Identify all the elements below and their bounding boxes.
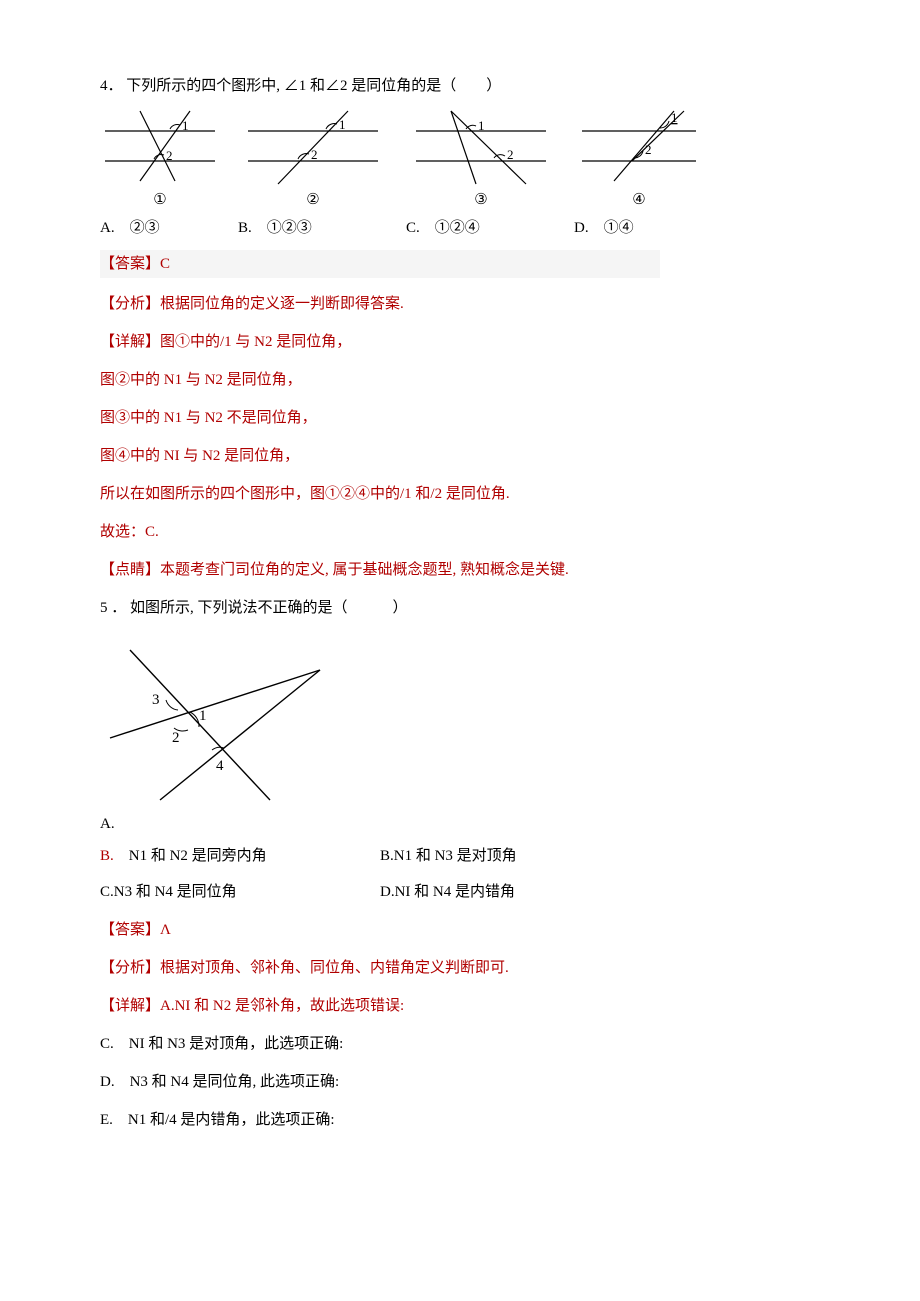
angle-label-2: 2 bbox=[166, 148, 173, 163]
q5-number: 5 ． bbox=[100, 600, 126, 616]
q4-fig-3-label: ③ bbox=[406, 188, 556, 212]
q5-stem-text: 如图所示, 下列说法不正确的是（ ） bbox=[130, 600, 408, 616]
point-text: 本题考查门司位角的定义, 属于基础概念题型, 熟知概念是关键. bbox=[160, 562, 569, 578]
q4-answer-text: 【答案】C bbox=[100, 250, 660, 278]
q5-option-a-prefix: B. bbox=[100, 848, 114, 864]
q4-fig-4-label: ④ bbox=[574, 188, 704, 212]
q4-detail-6: 故选：C. bbox=[100, 520, 830, 544]
q4-fig-1-label: ① bbox=[100, 188, 220, 212]
angle-label-2: 2 bbox=[507, 147, 514, 162]
q4-fig-4: 1 2 ④ bbox=[574, 106, 704, 212]
angle-label-1: 1 bbox=[671, 110, 678, 125]
q5-analysis: 【分析】根据对顶角、邻补角、同位角、内错角定义判断即可. bbox=[100, 956, 830, 980]
q4-detail-3: 图③中的 N1 与 N2 不是同位角， bbox=[100, 406, 830, 430]
q4-number: 4． bbox=[100, 78, 123, 94]
q4-answer: 【答案】C bbox=[100, 250, 830, 278]
q4-option-a: A. ②③ bbox=[100, 216, 220, 240]
geometry-figure-q5: 3 1 2 4 bbox=[100, 630, 330, 810]
angle-label-1: 1 bbox=[478, 118, 485, 133]
geometry-figure-2: 1 2 bbox=[238, 106, 388, 186]
q4-stem-text: 下列所示的四个图形中, ∠1 和∠2 是同位角的是（ ） bbox=[126, 78, 501, 94]
angle-label-2: 2 bbox=[645, 142, 652, 157]
q5-detail-c: C. NI 和 N3 是对顶角，此选项正确: bbox=[100, 1032, 830, 1056]
q4-analysis: 【分析】根据同位角的定义逐一判断即得答案. bbox=[100, 292, 830, 316]
q4-fig-2-label: ② bbox=[238, 188, 388, 212]
q5-detail-d: D. N3 和 N4 是同位角, 此选项正确: bbox=[100, 1070, 830, 1094]
q5-answer: 【答案】Λ bbox=[100, 918, 830, 942]
q4-option-c: C. ①②④ bbox=[406, 216, 556, 240]
q5-option-d: D.NI 和 N4 是内错角 bbox=[380, 880, 660, 904]
detail-a-text: A.NI 和 N2 是邻补角，故此选项错误: bbox=[160, 998, 404, 1014]
q4-fig-1: 1 2 ① bbox=[100, 106, 220, 212]
detail-label: 【详解】 bbox=[100, 998, 160, 1014]
detail-label: 【详解】 bbox=[100, 334, 160, 350]
q4-point: 【点睛】本题考查门司位角的定义, 属于基础概念题型, 熟知概念是关键. bbox=[100, 558, 830, 582]
q5-option-a-body: N1 和 N2 是同旁内角 bbox=[114, 848, 267, 864]
q4-detail-4: 图④中的 NI 与 N2 是同位角， bbox=[100, 444, 830, 468]
analysis-text: 根据对顶角、邻补角、同位角、内错角定义判断即可. bbox=[160, 960, 509, 976]
q4-stem: 4． 下列所示的四个图形中, ∠1 和∠2 是同位角的是（ ） bbox=[100, 74, 830, 98]
q5-figure: 3 1 2 4 bbox=[100, 630, 830, 810]
q5-stem: 5 ． 如图所示, 下列说法不正确的是（ ） bbox=[100, 596, 830, 620]
q4-option-d: D. ①④ bbox=[574, 216, 694, 240]
q5-detail-e: E. N1 和/4 是内错角，此选项正确: bbox=[100, 1108, 830, 1132]
angle-label-2: 2 bbox=[172, 730, 180, 746]
angle-label-3: 3 bbox=[152, 692, 160, 708]
q4-options: A. ②③ B. ①②③ C. ①②④ D. ①④ bbox=[100, 216, 830, 240]
q5-option-a-text: B. N1 和 N2 是同旁内角 bbox=[100, 844, 380, 868]
q4-option-b: B. ①②③ bbox=[238, 216, 388, 240]
angle-label-1: 1 bbox=[339, 117, 346, 132]
q4-figures: 1 2 ① 1 2 ② 1 2 ③ bbox=[100, 106, 830, 212]
angle-label-1: 1 bbox=[199, 708, 207, 724]
detail-text: 图①中的/1 与 N2 是同位角， bbox=[160, 334, 351, 350]
point-label: 【点睛】 bbox=[100, 562, 160, 578]
q5-option-c: C.N3 和 N4 是同位角 bbox=[100, 880, 380, 904]
q5-option-b: B.N1 和 N3 是对顶角 bbox=[380, 844, 660, 868]
q4-fig-2: 1 2 ② bbox=[238, 106, 388, 212]
q4-detail-2: 图②中的 N1 与 N2 是同位角， bbox=[100, 368, 830, 392]
analysis-label: 【分析】 bbox=[100, 960, 160, 976]
angle-label-1: 1 bbox=[182, 118, 189, 133]
q5-options: B. N1 和 N2 是同旁内角 B.N1 和 N3 是对顶角 C.N3 和 N… bbox=[100, 844, 830, 904]
q4-detail-1: 【详解】图①中的/1 与 N2 是同位角， bbox=[100, 330, 830, 354]
q5-option-a-label: A. bbox=[100, 812, 830, 836]
q4-fig-3: 1 2 ③ bbox=[406, 106, 556, 212]
geometry-figure-3: 1 2 bbox=[406, 106, 556, 186]
analysis-label: 【分析】 bbox=[100, 296, 160, 312]
q4-detail-5: 所以在如图所示的四个图形中，图①②④中的/1 和/2 是同位角. bbox=[100, 482, 830, 506]
geometry-figure-4: 1 2 bbox=[574, 106, 704, 186]
geometry-figure-1: 1 2 bbox=[100, 106, 220, 186]
q5-detail-a: 【详解】A.NI 和 N2 是邻补角，故此选项错误: bbox=[100, 994, 830, 1018]
angle-label-4: 4 bbox=[216, 758, 224, 774]
angle-label-2: 2 bbox=[311, 147, 318, 162]
analysis-text: 根据同位角的定义逐一判断即得答案. bbox=[160, 296, 404, 312]
